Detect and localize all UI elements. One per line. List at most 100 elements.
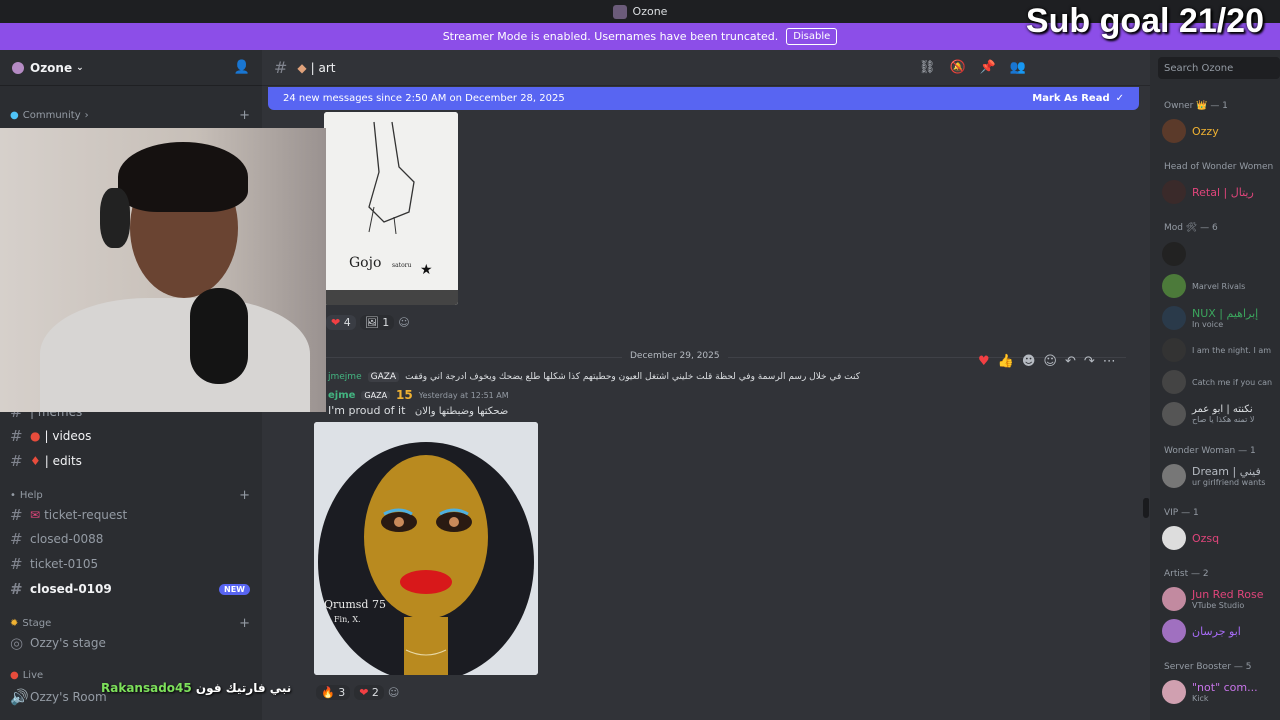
channel-ticket-request[interactable]: # ✉ ticket-request [10,505,250,525]
channel-ticket-0105[interactable]: # ticket-0105 [10,554,250,574]
invite-icon[interactable]: 👤 [234,60,250,75]
heart-icon: ❤ [331,316,341,329]
server-header[interactable]: Ozone ⌄ 👤 [0,50,262,86]
add-channel-icon[interactable]: + [239,488,250,503]
channel-header: # ◆ | art ⛓ 🔕 📌 👥 [262,50,1150,86]
category-community[interactable]: ● Community › + [10,108,250,123]
member-item[interactable]: Dream | فيني ur girlfriend wants [1162,464,1265,488]
server-icon [12,61,24,74]
member-item[interactable]: "not" com... Kick [1162,680,1258,704]
mute-icon[interactable]: 🔕 [949,60,965,75]
member-name: "not" com... [1192,681,1258,694]
viewer-chat-overlay: Rakansado45 نبي فارتيك فون [101,681,291,695]
reaction-bar-1: ❤ 4 🖼 1 ☺ [326,315,410,330]
member-item[interactable]: Catch me if you can [1162,370,1272,394]
add-reaction-icon[interactable]: ☺ [388,686,399,699]
channel-label: | videos [44,429,92,443]
svg-text:Gojo: Gojo [349,255,381,271]
forward-icon[interactable]: ↷ [1084,354,1095,369]
role-group-owner: Owner 👑 — 1 [1164,101,1228,111]
reaction-heart-2[interactable]: ❤ 2 [354,685,384,700]
avatar [1162,180,1186,204]
attachment-drawing-hand[interactable]: Gojo satoru ★ [324,112,458,305]
channel-label: | edits [44,454,82,468]
category-help[interactable]: • Help + [10,488,250,503]
chevron-down-icon: ⌄ [76,62,84,73]
pin-icon[interactable]: 📌 [980,60,996,75]
reaction-picture[interactable]: 🖼 1 [359,315,395,330]
hash-icon: # [10,530,23,548]
globe-icon: ● [10,110,19,121]
message-author[interactable]: ejme [328,390,355,401]
reaction-heart[interactable]: ❤ 4 [326,315,356,330]
member-item[interactable]: Retal | ريتال [1162,180,1254,204]
mark-as-read-button[interactable]: Mark As Read [1032,93,1109,104]
date-separator: December 29, 2025 [622,351,728,361]
more-icon[interactable]: ⋯ [1103,354,1116,369]
new-messages-bar[interactable]: 24 new messages since 2:50 AM on Decembe… [268,87,1139,110]
server-name: Ozone [30,60,73,75]
author-tag: GAZA [361,390,391,400]
sub-goal-overlay: Sub goal 21/20 [1025,2,1264,40]
category-live[interactable]: ● Live [10,670,250,681]
member-status: VTube Studio [1192,601,1245,610]
category-label: Community [22,110,81,121]
member-item[interactable]: I am the night. I am [1162,338,1271,362]
add-channel-icon[interactable]: + [239,616,250,631]
avatar [1162,242,1186,266]
svg-text:Qrumsd 75: Qrumsd 75 [324,598,386,611]
role-group-artist: Artist — 2 [1164,569,1209,579]
avatar [1162,402,1186,426]
threads-icon[interactable]: ⛓ [919,60,936,75]
thumbs-up-icon[interactable]: 👍 [998,354,1014,369]
member-name: Jun Red Rose [1192,588,1264,601]
heart-reaction-icon[interactable]: ♥ [978,354,990,369]
avatar [1162,274,1186,298]
hash-icon: # [10,506,23,524]
member-item[interactable]: Marvel Rivals [1162,274,1245,298]
member-status: In voice [1192,320,1224,329]
channel-edits[interactable]: # ♦ | edits [10,451,250,471]
reaction-count: 4 [343,316,351,329]
member-item[interactable]: Ozsq [1162,526,1219,550]
member-status: ur girlfriend wants [1192,478,1266,487]
hash-icon: # [10,427,23,445]
app-logo-icon [612,4,627,19]
member-item[interactable]: NUX | إبراهيم In voice [1162,306,1258,330]
headset [100,188,130,248]
scroll-icon: • [10,490,16,501]
add-reaction-icon[interactable]: ☺ [398,316,409,329]
category-stage[interactable]: ✹ Stage + [10,616,250,631]
member-item[interactable]: ابو جرسان [1162,619,1241,643]
reaction-bar-2: 🔥 3 ❤ 2 ☺ [316,685,399,700]
viewer-message: نبي فارتيك فون [195,681,292,695]
channel-label: ticket-request [44,508,128,522]
search-input[interactable]: Search Ozone [1158,57,1280,79]
reply-icon[interactable]: ↶ [1065,354,1076,369]
message-header: ejme GAZA 15 Yesterday at 12:51 AM [328,388,509,402]
add-reaction-icon[interactable]: ☺ [1043,354,1057,369]
disable-button[interactable]: Disable [786,28,838,45]
member-item[interactable]: Ozzy [1162,119,1219,143]
member-item[interactable]: Jun Red Rose VTube Studio [1162,587,1263,611]
member-item[interactable] [1162,242,1186,266]
channel-closed-0109[interactable]: # closed-0109 NEW [10,579,250,599]
chat-area: # ◆ | art ⛓ 🔕 📌 👥 24 new messages since … [262,50,1150,720]
members-icon[interactable]: 👥 [1010,60,1026,75]
channel-label: closed-0109 [30,582,112,596]
speaker-icon: 🔊 [10,688,29,706]
reply-reference[interactable]: jmejme GAZA كنت في خلال رسم الرسمة وفي ل… [328,372,860,382]
channel-closed-0088[interactable]: # closed-0088 [10,529,250,549]
member-scrollbar[interactable] [1144,498,1149,516]
streamer-hair [118,142,248,212]
add-channel-icon[interactable]: + [239,108,250,123]
member-list: Owner 👑 — 1 Ozzy Head of Wonder Women Re… [1150,50,1280,720]
role-group-wonder: Wonder Woman — 1 [1164,446,1256,456]
salute-icon[interactable]: ☻ [1022,354,1036,369]
channel-videos[interactable]: # ● | videos [10,426,250,446]
channel-ozzys-stage[interactable]: ◎ Ozzy's stage [10,633,250,653]
reaction-fire[interactable]: 🔥 3 [316,685,351,700]
attachment-portrait[interactable]: Qrumsd 75 Fin, X. [314,422,538,675]
message-text-en: I'm proud of it [328,404,406,417]
member-item[interactable]: نكنته | ابو عمر لا تمنه هكذا يا صاح [1162,402,1254,426]
